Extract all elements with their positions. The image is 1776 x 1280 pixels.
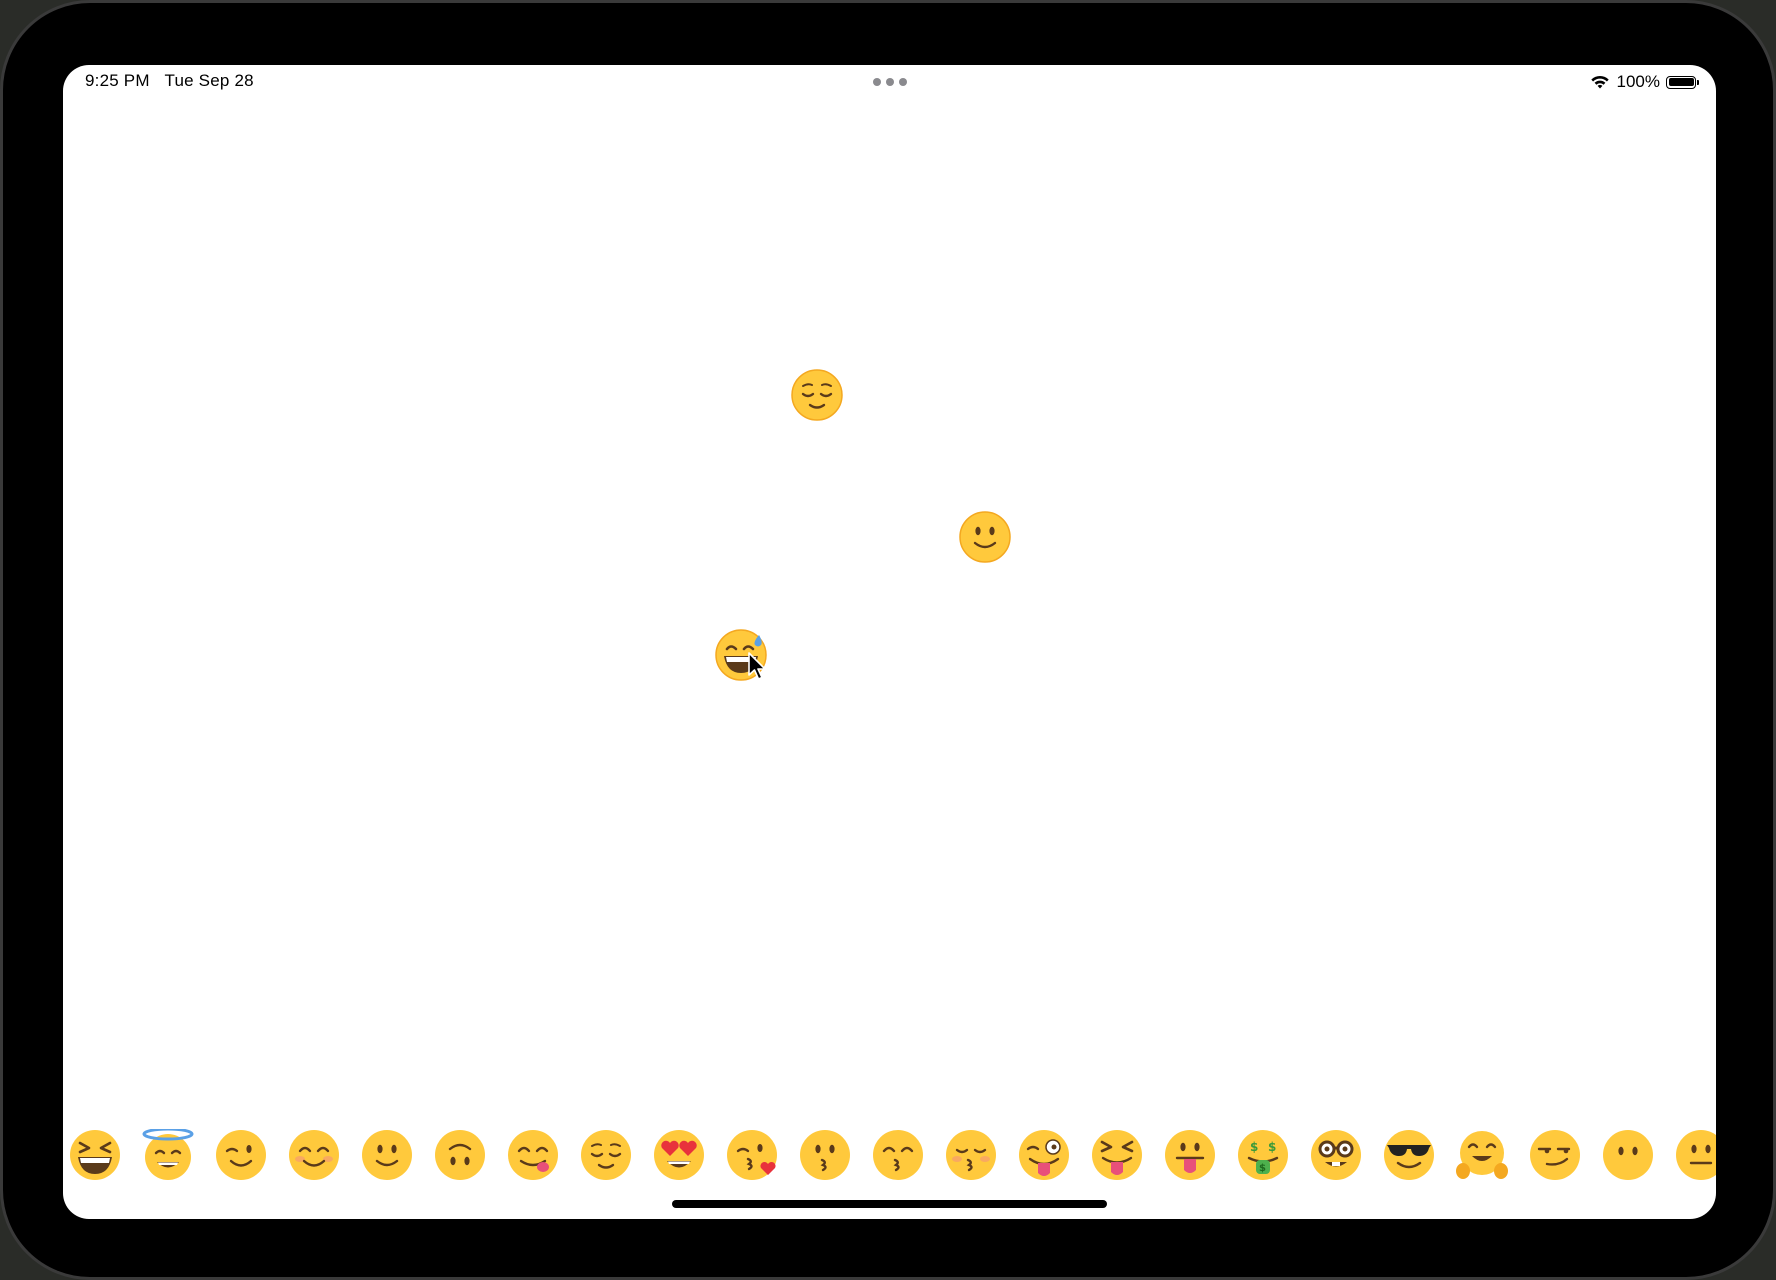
- smirking-face-icon[interactable]: [1529, 1129, 1581, 1181]
- smiling-face-with-smiling-eyes-icon[interactable]: [288, 1129, 340, 1181]
- relieved-face-icon[interactable]: [791, 369, 843, 421]
- face-with-tongue-icon[interactable]: [1164, 1129, 1216, 1181]
- squinting-face-with-tongue-icon[interactable]: [1091, 1129, 1143, 1181]
- nerd-face-icon[interactable]: [1310, 1129, 1362, 1181]
- slightly-smiling-face-icon[interactable]: [959, 511, 1011, 563]
- multitasking-dots-icon[interactable]: [873, 77, 907, 87]
- home-indicator[interactable]: [672, 1200, 1107, 1208]
- smiling-face-with-halo-icon[interactable]: [142, 1129, 194, 1181]
- emoji-picker-strip[interactable]: $ $ $: [69, 1129, 1716, 1185]
- smiling-face-with-heart-eyes-icon[interactable]: [653, 1129, 705, 1181]
- ipad-frame: 9:25 PM Tue Sep 28 100% $ $ $: [0, 0, 1776, 1280]
- kissing-face-with-smiling-eyes-icon[interactable]: [872, 1129, 924, 1181]
- smiling-face-with-sunglasses-icon[interactable]: [1383, 1129, 1435, 1181]
- neutral-face-icon[interactable]: [1675, 1129, 1716, 1181]
- cursor-arrow-icon: [748, 652, 766, 680]
- clock-time: 9:25 PM: [85, 71, 150, 90]
- svg-text:$: $: [1259, 1163, 1266, 1174]
- winking-face-icon[interactable]: [215, 1129, 267, 1181]
- slightly-smiling-face-icon[interactable]: [361, 1129, 413, 1181]
- status-bar: 9:25 PM Tue Sep 28 100%: [63, 65, 1716, 101]
- face-savoring-food-icon[interactable]: [507, 1129, 559, 1181]
- relieved-face-icon[interactable]: [580, 1129, 632, 1181]
- status-indicators: 100%: [1589, 71, 1699, 93]
- svg-text:$: $: [1268, 1140, 1276, 1154]
- kissing-face-with-closed-eyes-icon[interactable]: [945, 1129, 997, 1181]
- face-blowing-a-kiss-icon[interactable]: [726, 1129, 778, 1181]
- wifi-icon: [1590, 75, 1609, 89]
- kissing-face-icon[interactable]: [799, 1129, 851, 1181]
- zany-face-icon[interactable]: [1018, 1129, 1070, 1181]
- face-without-mouth-icon[interactable]: [1602, 1129, 1654, 1181]
- battery-icon: [1666, 75, 1699, 89]
- clock-date: Tue Sep 28: [164, 71, 254, 90]
- upside-down-face-icon[interactable]: [434, 1129, 486, 1181]
- battery-percentage: 100%: [1616, 72, 1660, 91]
- money-mouth-face-icon[interactable]: $ $ $: [1237, 1129, 1289, 1181]
- app-screen: 9:25 PM Tue Sep 28 100% $ $ $: [63, 65, 1716, 1219]
- svg-text:$: $: [1250, 1140, 1258, 1154]
- hugging-face-icon[interactable]: [1456, 1129, 1508, 1181]
- status-time: 9:25 PM Tue Sep 28: [85, 71, 254, 91]
- grinning-squinting-face-icon[interactable]: [69, 1129, 121, 1181]
